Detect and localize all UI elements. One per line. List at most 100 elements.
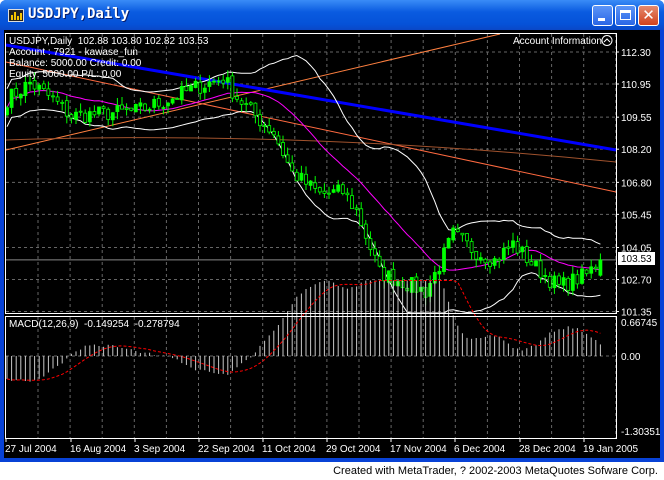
candle — [469, 238, 474, 260]
candle — [207, 75, 212, 92]
candle — [244, 97, 249, 112]
price-axis-label: 105.45 — [621, 210, 652, 221]
candle-body — [474, 250, 479, 260]
candle-body — [529, 261, 534, 266]
candle — [276, 131, 281, 146]
date-axis-label: 3 Sep 2004 — [134, 444, 186, 455]
account-information-panel[interactable]: Account Information — [513, 36, 602, 47]
candle-body — [575, 274, 580, 285]
candle-body — [382, 267, 387, 282]
candle-body — [64, 100, 69, 117]
candle-body — [566, 277, 571, 292]
candle — [368, 231, 373, 257]
candle-body — [534, 260, 538, 267]
candle-body — [299, 172, 304, 181]
candle-body — [97, 106, 101, 115]
candle-body — [106, 108, 111, 120]
macd-axis-label: 0.66745 — [621, 318, 658, 329]
candle-body — [492, 258, 497, 266]
candle — [147, 107, 152, 114]
date-axis-label: 19 Jan 2005 — [583, 444, 638, 455]
candle — [460, 232, 465, 242]
candle-body — [501, 247, 506, 260]
candle — [230, 72, 235, 103]
candle-body — [327, 192, 331, 195]
balance-info: Balance: 5000.00 Credit: 0.00 — [9, 58, 142, 69]
candle — [584, 269, 589, 277]
candle-body — [161, 107, 166, 109]
candle-body — [547, 276, 552, 288]
price-axis-label: 110.95 — [621, 80, 651, 91]
candle-body — [166, 102, 170, 107]
candle-body — [354, 207, 359, 210]
trend-line-down — [5, 61, 617, 193]
candle — [170, 97, 175, 105]
candle — [97, 106, 101, 117]
candle-body — [373, 248, 377, 256]
candle — [106, 107, 111, 126]
candle-body — [216, 80, 221, 83]
candle — [331, 184, 336, 194]
candle-body — [129, 107, 134, 111]
candle — [451, 225, 456, 243]
candle-body — [262, 125, 267, 127]
candle-body — [138, 102, 143, 107]
date-axis-label: 17 Nov 2004 — [390, 444, 447, 455]
candle-body — [32, 80, 37, 90]
ohlc-info: USDJPY,Daily 102.88 103.80 102.82 103.53 — [9, 36, 209, 47]
candle-body — [189, 85, 193, 92]
candle — [501, 242, 506, 264]
candle — [281, 135, 285, 159]
candle-body — [359, 208, 364, 226]
footer-credit: Created with MetaTrader, ? 2002-2003 Met… — [333, 465, 658, 477]
equity-info: Equity: 5000.00 P/L: 0.00 — [9, 69, 122, 80]
candle — [488, 259, 492, 274]
candle-body — [51, 95, 55, 98]
candle-body — [446, 237, 451, 249]
candle-body — [115, 105, 120, 112]
candle — [179, 81, 184, 105]
candle-body — [524, 246, 529, 263]
candle — [110, 112, 115, 127]
price-axis-label: 109.55 — [621, 113, 652, 124]
candle-body — [455, 228, 460, 233]
candle-body — [281, 142, 285, 156]
candle-body — [276, 135, 281, 145]
candle — [345, 187, 350, 202]
candle — [340, 182, 345, 196]
candle — [474, 250, 479, 268]
candle-body — [497, 258, 502, 262]
candle-body — [469, 241, 474, 253]
candle-body — [124, 107, 129, 110]
candle-body — [87, 111, 92, 123]
candle-body — [78, 110, 83, 113]
candle-body — [202, 87, 207, 93]
date-axis-label: 29 Oct 2004 — [326, 444, 381, 455]
candle — [248, 101, 253, 107]
price-chart[interactable]: 112.30110.95109.55108.20106.80105.45104.… — [0, 0, 664, 480]
candle — [327, 186, 331, 199]
candle — [478, 252, 483, 264]
current-price-tag: 103.53 — [618, 252, 655, 265]
candle-body — [377, 255, 382, 267]
candle — [239, 97, 244, 112]
candle-body — [294, 171, 299, 182]
candle-body — [175, 98, 180, 100]
candle — [156, 95, 161, 110]
candle-body — [561, 277, 566, 286]
candle-body — [598, 259, 603, 276]
candle-body — [69, 114, 74, 119]
candle-body — [437, 270, 442, 275]
account-panel-toggle-icon[interactable] — [601, 35, 613, 46]
candle — [55, 90, 60, 105]
candle — [543, 268, 548, 284]
candle-body — [221, 79, 226, 84]
macd-signal-line — [6, 280, 601, 381]
candle — [446, 237, 451, 249]
candle-body — [239, 100, 244, 105]
date-axis-label: 16 Aug 2004 — [70, 444, 127, 455]
candle-body — [120, 104, 124, 110]
candle-body — [331, 189, 336, 193]
date-axis-label: 6 Dec 2004 — [454, 444, 506, 455]
candle — [262, 121, 267, 134]
